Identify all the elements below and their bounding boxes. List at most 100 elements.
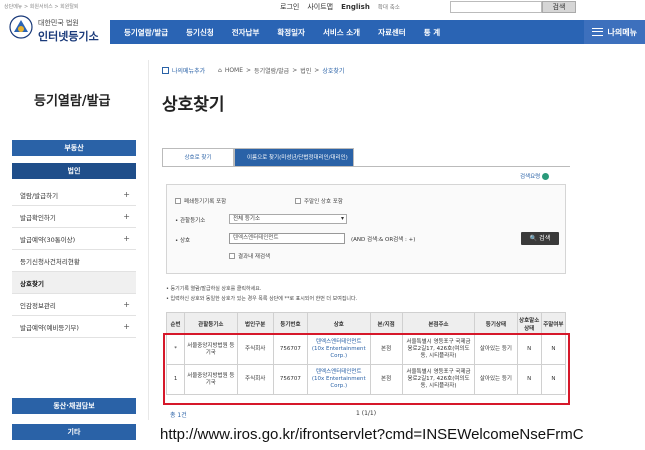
utility-bar: 로그인 사이트맵 English 확대 축소 <box>280 2 400 12</box>
sidebar-realestate-button[interactable]: 부동산 <box>12 140 136 156</box>
sidebar-item-label: 인감정보관리 <box>20 301 56 310</box>
english-link[interactable]: English <box>341 3 370 11</box>
search-icon: 🔍 <box>529 235 538 242</box>
sidebar-item-case-status[interactable]: 등기신청사건처리현황 <box>12 250 136 272</box>
col-name: 상호 <box>307 312 371 335</box>
site-search-input[interactable] <box>450 1 542 13</box>
plus-icon: + <box>123 322 130 331</box>
sidebar-item-reserve[interactable]: 발급예약(30통이상) + <box>12 228 136 250</box>
instructions: • 등기기록 열람/발급하실 상호를 클릭하세요. • 입력하신 상호와 동일한… <box>166 284 357 304</box>
page-title: 상호찾기 <box>162 95 225 115</box>
crumb-home[interactable]: HOME <box>225 67 243 74</box>
checkbox-icon <box>175 198 181 204</box>
plus-icon: + <box>123 300 130 309</box>
checkbox-label: 결과내 재검색 <box>238 254 271 260</box>
main-nav: 등기열람/발급 등기신청 전자납부 확정일자 서비스 소개 자료센터 통 계 나… <box>110 20 645 44</box>
col-cancel: 상호말소상태 <box>516 312 542 335</box>
sitemap-link[interactable]: 사이트맵 <box>307 2 333 12</box>
site-logo[interactable]: 대한민국 법원 인터넷등기소 <box>8 12 103 48</box>
search-tips-link[interactable]: 검색요령 <box>520 172 550 180</box>
instruction-line: • 입력하신 상호와 동일한 상호가 있는 경우 목록 상단에 **로 표시되어… <box>166 296 358 302</box>
sidebar-list: 열람/발급하기 + 발급확인하기 + 발급예약(30통이상) + 등기신청사건처… <box>12 184 136 338</box>
search-form: 폐쇄등기기록 포함 주말인 상호 포함 • 관할등기소 전체 등기소 • 상호 … <box>166 184 566 274</box>
tab-by-person[interactable]: 이름으로 찾기(미성년/단법정대리인/대리인) <box>234 148 354 166</box>
plus-icon: + <box>123 234 130 243</box>
sidebar-item-seal-info[interactable]: 인감정보관리 + <box>12 294 136 316</box>
top-breadcrumb: 상단메뉴 > 회원서비스 > 회원탈퇴 <box>4 4 79 10</box>
plus-icon: + <box>123 190 130 199</box>
hamburger-icon <box>591 28 603 36</box>
checkbox-icon <box>162 67 169 74</box>
logo-title: 인터넷등기소 <box>38 30 99 43</box>
sidebar-item-verify[interactable]: 발급확인하기 + <box>12 206 136 228</box>
col-type: 법인구분 <box>236 312 274 335</box>
checkbox-label: 폐쇄등기기록 포함 <box>184 199 227 205</box>
pagination[interactable]: 1 (1/1) <box>356 410 376 417</box>
sidebar-item-label: 등기신청사건처리현황 <box>20 257 80 266</box>
nav-item-view-issue[interactable]: 등기열람/발급 <box>110 27 177 38</box>
sidebar-item-label: 열람/발급하기 <box>20 191 59 200</box>
url-caption: http://www.iros.go.kr/ifrontservlet?cmd=… <box>160 426 584 443</box>
sidebar-title: 등기열람/발급 <box>34 94 111 109</box>
col-main: 주말여부 <box>540 312 567 335</box>
sidebar-movable-button[interactable]: 동산·채권담보 <box>12 398 136 414</box>
crumb-sep: > <box>292 67 298 74</box>
instruction-line: • 등기기록 열람/발급하실 상호를 클릭하세요. <box>166 286 262 292</box>
login-link[interactable]: 로그인 <box>280 2 299 12</box>
col-office: 관할등기소 <box>184 312 238 335</box>
col-branch: 본/지점 <box>369 312 403 335</box>
content-divider <box>148 60 149 420</box>
col-no: 순번 <box>165 312 186 335</box>
crumb-corp[interactable]: 법인 <box>300 66 311 75</box>
sidebar-item-label: 상호찾기 <box>20 279 44 288</box>
search-tabs: 상호로 찾기 이름으로 찾기(미성년/단법정대리인/대리인) <box>162 148 354 166</box>
sidebar-etc-button[interactable]: 기타 <box>12 424 136 440</box>
crumb-sep: > <box>246 67 252 74</box>
add-favorite-button[interactable]: 나의메뉴추가 <box>162 66 205 75</box>
highlight-frame <box>163 333 570 405</box>
breadcrumb: ⌂ HOME > 등기열람/발급 > 법인 > 상호찾기 <box>218 66 344 75</box>
office-select[interactable]: 전체 등기소 <box>229 214 347 224</box>
my-menu-button[interactable]: 나의메뉴 <box>583 20 645 44</box>
main-only-checkbox[interactable]: 주말인 상호 포함 <box>295 197 343 205</box>
site-search-button[interactable]: 검색 <box>542 1 576 13</box>
nav-item-payment[interactable]: 전자납부 <box>223 27 269 38</box>
sidebar-item-view-issue[interactable]: 열람/발급하기 + <box>12 184 136 206</box>
col-status: 등기상태 <box>474 312 518 335</box>
logo-subtitle: 대한민국 법원 <box>38 19 79 27</box>
favorite-label: 나의메뉴추가 <box>172 68 206 75</box>
search-button-label: 검색 <box>539 235 551 242</box>
nav-item-fixed-date[interactable]: 확정일자 <box>268 27 314 38</box>
sidebar-item-label: 발급예약(30통이상) <box>20 235 76 244</box>
tab-underline <box>162 166 570 167</box>
font-size-control[interactable]: 확대 축소 <box>378 3 400 11</box>
search-button[interactable]: 🔍 검색 <box>521 232 559 245</box>
crumb-view-issue[interactable]: 등기열람/발급 <box>254 66 289 75</box>
info-icon <box>542 172 550 180</box>
checkbox-label: 주말인 상호 포함 <box>304 199 343 205</box>
and-or-hint: (AND 검색:& OR검색 : +) <box>351 237 416 243</box>
result-count: 총 1건 <box>170 412 187 419</box>
sidebar-corp-button[interactable]: 법인 <box>12 163 136 179</box>
home-icon[interactable]: ⌂ <box>218 67 222 74</box>
closed-records-checkbox[interactable]: 폐쇄등기기록 포함 <box>175 197 226 205</box>
search-tips-label: 검색요령 <box>520 174 541 180</box>
court-emblem-icon <box>9 15 33 39</box>
sidebar-item-reserve-preliminary[interactable]: 발급예약(예비등기부) + <box>12 316 136 338</box>
nav-item-apply[interactable]: 등기신청 <box>177 27 223 38</box>
company-name-input[interactable]: 텐엑스엔터테인먼트 <box>229 233 345 244</box>
sidebar-item-name-search[interactable]: 상호찾기 <box>12 272 136 294</box>
nav-item-service-intro[interactable]: 서비스 소개 <box>314 27 369 38</box>
sidebar-item-label: 발급확인하기 <box>20 213 56 222</box>
nav-item-statistics[interactable]: 통 계 <box>415 27 449 38</box>
plus-icon: + <box>123 212 130 221</box>
table-header-row: 순번 관할등기소 법인구분 등기번호 상호 본/지점 본점주소 등기상태 상호말… <box>165 312 567 335</box>
col-address: 본점주소 <box>401 312 476 335</box>
sidebar-item-label: 발급예약(예비등기부) <box>20 323 79 332</box>
office-label: • 관할등기소 <box>175 218 206 224</box>
col-reg-no: 등기번호 <box>272 312 309 335</box>
search-within-checkbox[interactable]: 결과내 재검색 <box>229 252 270 260</box>
tab-by-name[interactable]: 상호로 찾기 <box>162 148 234 166</box>
checkbox-icon <box>229 253 235 259</box>
nav-item-data-center[interactable]: 자료센터 <box>369 27 415 38</box>
